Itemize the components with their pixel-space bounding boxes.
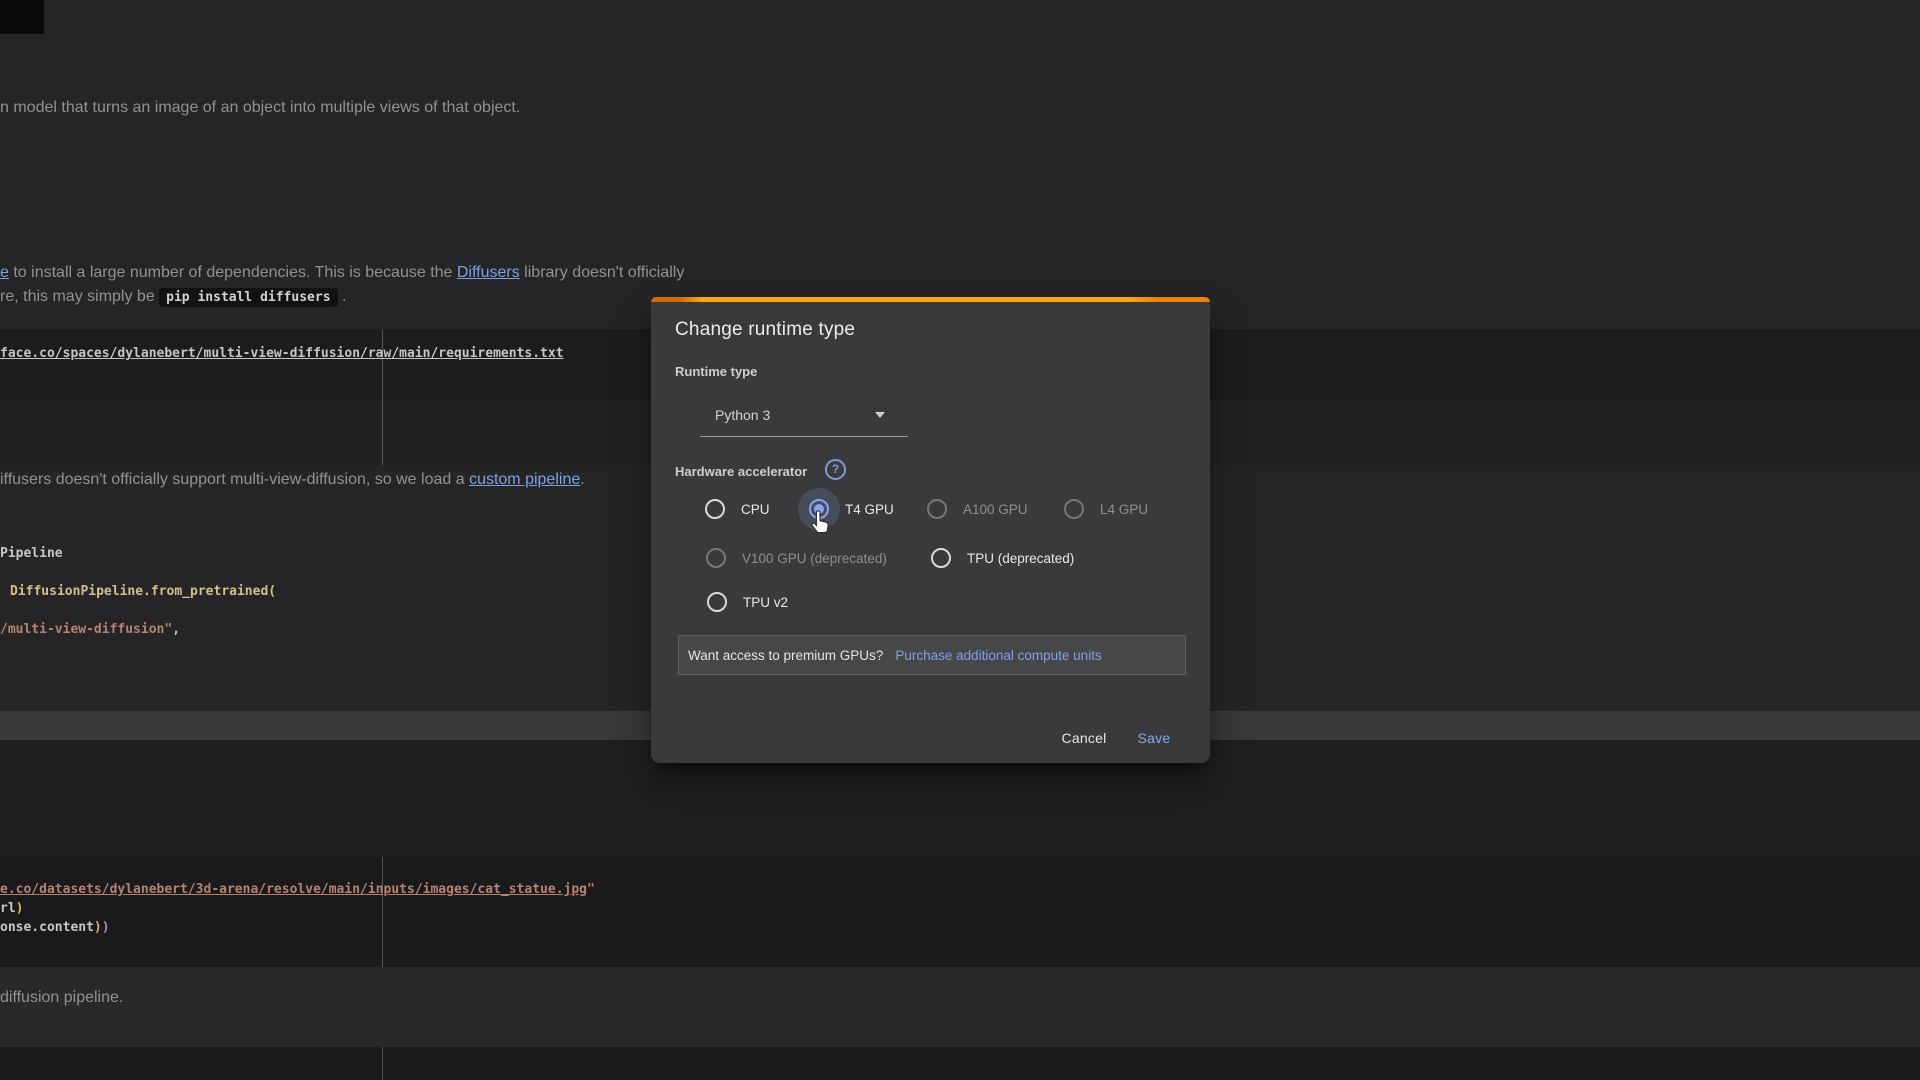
markdown-text-pip-install: re, this may simply be pip install diffu… bbox=[0, 288, 346, 306]
help-icon[interactable]: ? bbox=[825, 459, 846, 480]
requirements-url-link[interactable]: face.co/spaces/dylanebert/multi-view-dif… bbox=[0, 346, 564, 361]
code-line-rl: rl) bbox=[0, 901, 23, 916]
code-line-mvd-string: /multi-view-diffusion", bbox=[0, 622, 180, 637]
radio-circle-icon bbox=[1064, 499, 1084, 519]
markdown-text-dependencies: e to install a large number of dependenc… bbox=[0, 264, 684, 282]
radio-circle-icon bbox=[706, 548, 726, 568]
cell-divider-line-bottom bbox=[382, 1047, 383, 1080]
save-button[interactable]: Save bbox=[1122, 720, 1186, 756]
top-left-black-corner bbox=[0, 0, 44, 34]
code-cell-band-caturl bbox=[0, 857, 1920, 967]
markdown-text-model-description: n model that turns an image of an object… bbox=[0, 99, 520, 117]
code-line-onse-content: onse.content)) bbox=[0, 920, 110, 935]
dialog-progress-accent-bar bbox=[651, 297, 1210, 302]
radio-circle-icon bbox=[705, 499, 725, 519]
code-line-from-pretrained: DiffusionPipeline.from_pretrained( bbox=[10, 584, 276, 599]
cancel-button[interactable]: Cancel bbox=[1052, 720, 1116, 756]
radio-tpu-deprecated[interactable]: TPU (deprecated) bbox=[931, 548, 1074, 568]
premium-banner-text: Want access to premium GPUs? bbox=[688, 648, 883, 663]
cursor-pointer-icon bbox=[810, 509, 834, 537]
change-runtime-type-dialog: Change runtime type Runtime type Python … bbox=[651, 297, 1210, 763]
code-requirements-url: face.co/spaces/dylanebert/multi-view-dif… bbox=[0, 346, 564, 361]
radio-v100-gpu: V100 GPU (deprecated) bbox=[706, 548, 887, 568]
text-band-bottom bbox=[0, 967, 1920, 1047]
radio-a100-gpu: A100 GPU bbox=[927, 499, 1028, 519]
cat-statue-url-link[interactable]: e.co/datasets/dylanebert/3d-arena/resolv… bbox=[0, 882, 587, 897]
purchase-compute-units-link[interactable]: Purchase additional compute units bbox=[895, 648, 1101, 663]
dark-band-bottom bbox=[0, 1047, 1920, 1080]
code-line-cat-statue-url: e.co/datasets/dylanebert/3d-arena/resolv… bbox=[0, 882, 595, 897]
premium-gpu-banner: Want access to premium GPUs? Purchase ad… bbox=[678, 635, 1186, 675]
dialog-title: Change runtime type bbox=[675, 319, 855, 341]
custom-pipeline-link[interactable]: custom pipeline bbox=[469, 471, 580, 488]
radio-l4-gpu: L4 GPU bbox=[1064, 499, 1148, 519]
cell-divider-line-middle bbox=[382, 857, 383, 967]
runtime-type-value: Python 3 bbox=[715, 393, 770, 437]
hardware-accelerator-label: Hardware accelerator bbox=[675, 464, 807, 479]
radio-circle-icon bbox=[927, 499, 947, 519]
radio-cpu[interactable]: CPU bbox=[705, 499, 770, 519]
link-fragment[interactable]: e bbox=[0, 264, 9, 281]
radio-circle-icon bbox=[707, 592, 727, 612]
colab-notebook-background: n model that turns an image of an object… bbox=[0, 0, 1920, 1080]
chevron-down-icon bbox=[875, 412, 885, 418]
runtime-type-select[interactable]: Python 3 bbox=[700, 393, 908, 437]
markdown-text-custom-pipeline: iffusers doesn't officially support mult… bbox=[0, 471, 585, 489]
radio-circle-icon bbox=[931, 548, 951, 568]
inline-code-pip-install: pip install diffusers bbox=[159, 288, 337, 307]
diffusers-link[interactable]: Diffusers bbox=[457, 264, 520, 281]
radio-tpu-v2[interactable]: TPU v2 bbox=[707, 592, 788, 612]
runtime-type-label: Runtime type bbox=[675, 364, 757, 379]
markdown-text-diffusion-pipeline: diffusion pipeline. bbox=[0, 989, 123, 1007]
dialog-actions: Cancel Save bbox=[1052, 720, 1186, 756]
code-line-pipeline: Pipeline bbox=[0, 546, 63, 561]
